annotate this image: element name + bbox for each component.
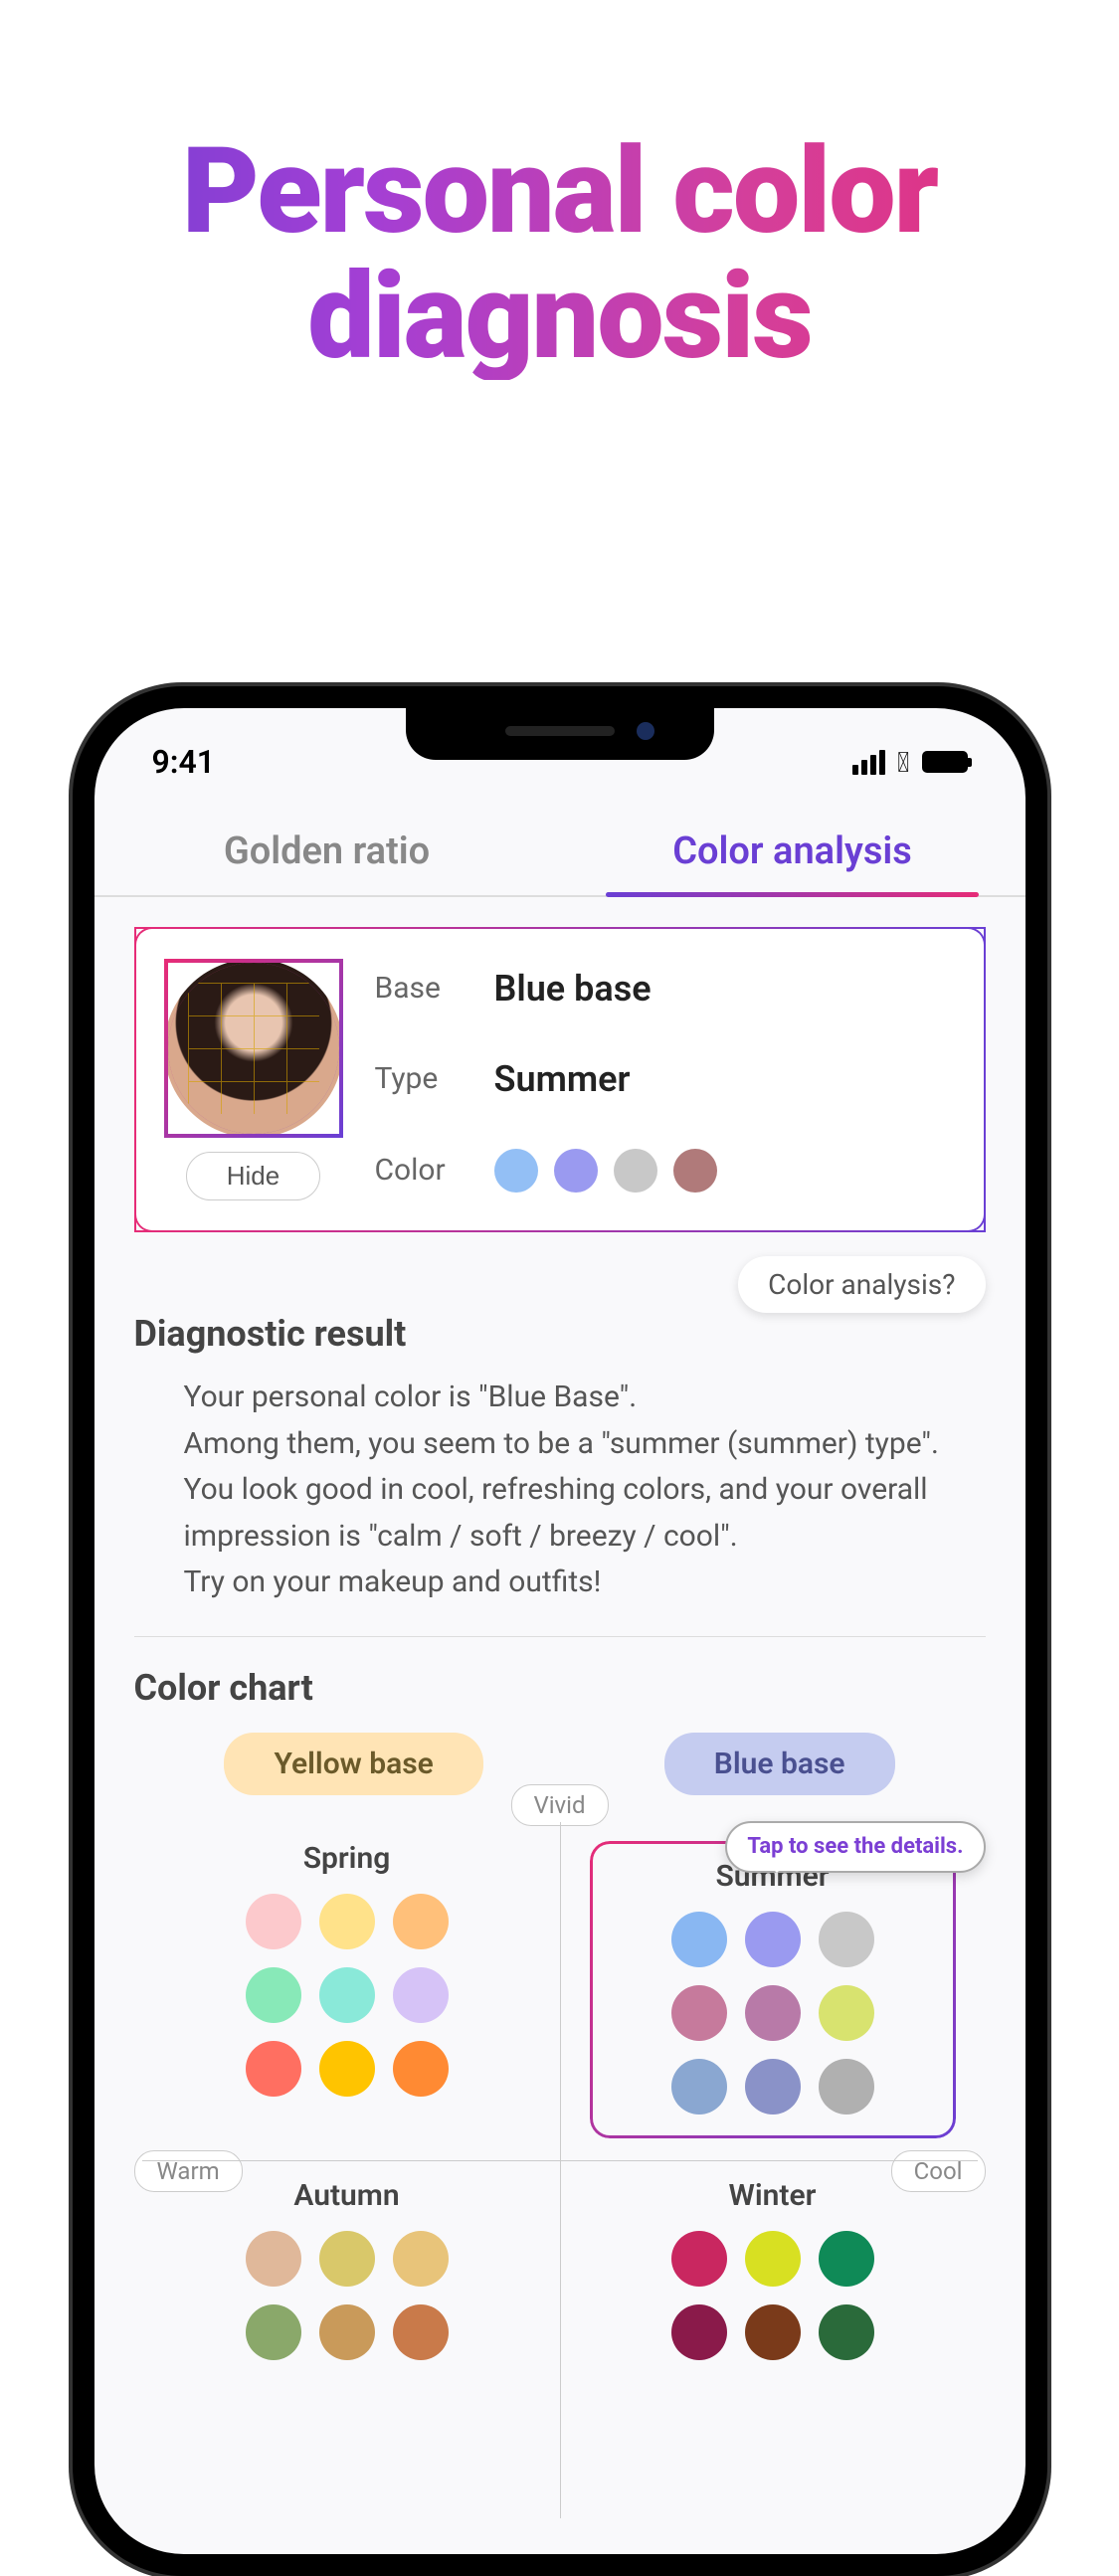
swatch bbox=[671, 2059, 727, 2115]
notch bbox=[406, 708, 714, 760]
color-analysis-help-button[interactable]: Color analysis? bbox=[738, 1256, 985, 1313]
diagnostic-title: Diagnostic result bbox=[134, 1313, 986, 1355]
swatch bbox=[246, 2304, 301, 2360]
swatch bbox=[819, 1985, 874, 2041]
hide-button[interactable]: Hide bbox=[186, 1152, 320, 1200]
swatch bbox=[246, 2041, 301, 2097]
swatch bbox=[819, 2059, 874, 2115]
tap-tooltip: Tap to see the details. bbox=[725, 1821, 985, 1873]
swatch bbox=[671, 1985, 727, 2041]
color-chart-title: Color chart bbox=[134, 1667, 986, 1709]
type-value: Summer bbox=[494, 1058, 956, 1100]
swatch bbox=[393, 1967, 449, 2023]
yellow-base-pill: Yellow base bbox=[224, 1733, 482, 1795]
base-value: Blue base bbox=[494, 968, 956, 1010]
swatch bbox=[819, 2304, 874, 2360]
tab-bar: Golden ratio Color analysis bbox=[94, 808, 1026, 897]
season-spring[interactable]: Spring bbox=[164, 1841, 530, 2138]
blue-base-pill: Blue base bbox=[664, 1733, 895, 1795]
type-label: Type bbox=[375, 1061, 494, 1096]
color-chart: Yellow base Blue base Vivid Warm Cool Sp… bbox=[134, 1733, 986, 2390]
color-dot bbox=[494, 1149, 538, 1193]
phone-frame: 9:41 􀙇 Golden ratio Color analysis Hide … bbox=[73, 686, 1047, 2576]
color-dot bbox=[673, 1149, 717, 1193]
swatch bbox=[393, 2304, 449, 2360]
season-winter[interactable]: Winter bbox=[590, 2178, 956, 2360]
swatch bbox=[671, 2304, 727, 2360]
status-time: 9:41 bbox=[152, 743, 216, 781]
swatch bbox=[745, 2231, 801, 2287]
season-summer[interactable]: Tap to see the details. Summer bbox=[590, 1841, 956, 2138]
battery-icon bbox=[922, 751, 968, 773]
swatch bbox=[246, 1967, 301, 2023]
wifi-icon: 􀙇 bbox=[897, 746, 909, 779]
marketing-headline: Personal color diagnosis bbox=[0, 129, 1119, 380]
swatch bbox=[671, 1912, 727, 1967]
color-dot bbox=[614, 1149, 657, 1193]
swatch bbox=[319, 1894, 375, 1949]
tab-color-analysis[interactable]: Color analysis bbox=[560, 808, 1026, 895]
signal-icon bbox=[852, 750, 885, 775]
diagnostic-text: Your personal color is "Blue Base". Amon… bbox=[184, 1375, 986, 1606]
swatch bbox=[246, 2231, 301, 2287]
swatch bbox=[745, 2304, 801, 2360]
season-autumn[interactable]: Autumn bbox=[164, 2178, 530, 2360]
swatch bbox=[319, 2231, 375, 2287]
swatch bbox=[393, 1894, 449, 1949]
swatch bbox=[819, 2231, 874, 2287]
base-label: Base bbox=[375, 971, 494, 1006]
swatch bbox=[319, 1967, 375, 2023]
swatch bbox=[319, 2304, 375, 2360]
color-label: Color bbox=[375, 1153, 494, 1188]
swatch bbox=[745, 1912, 801, 1967]
swatch bbox=[393, 2231, 449, 2287]
swatch bbox=[671, 2231, 727, 2287]
swatch bbox=[745, 2059, 801, 2115]
color-dot bbox=[554, 1149, 598, 1193]
divider bbox=[134, 1636, 986, 1637]
result-color-dots bbox=[494, 1149, 956, 1193]
avatar[interactable] bbox=[164, 959, 343, 1138]
swatch bbox=[393, 2041, 449, 2097]
swatch bbox=[745, 1985, 801, 2041]
swatch bbox=[246, 1894, 301, 1949]
tab-golden-ratio[interactable]: Golden ratio bbox=[94, 808, 560, 895]
result-card: Hide Base Blue base Type Summer Color bbox=[134, 927, 986, 1232]
swatch bbox=[819, 1912, 874, 1967]
swatch bbox=[319, 2041, 375, 2097]
